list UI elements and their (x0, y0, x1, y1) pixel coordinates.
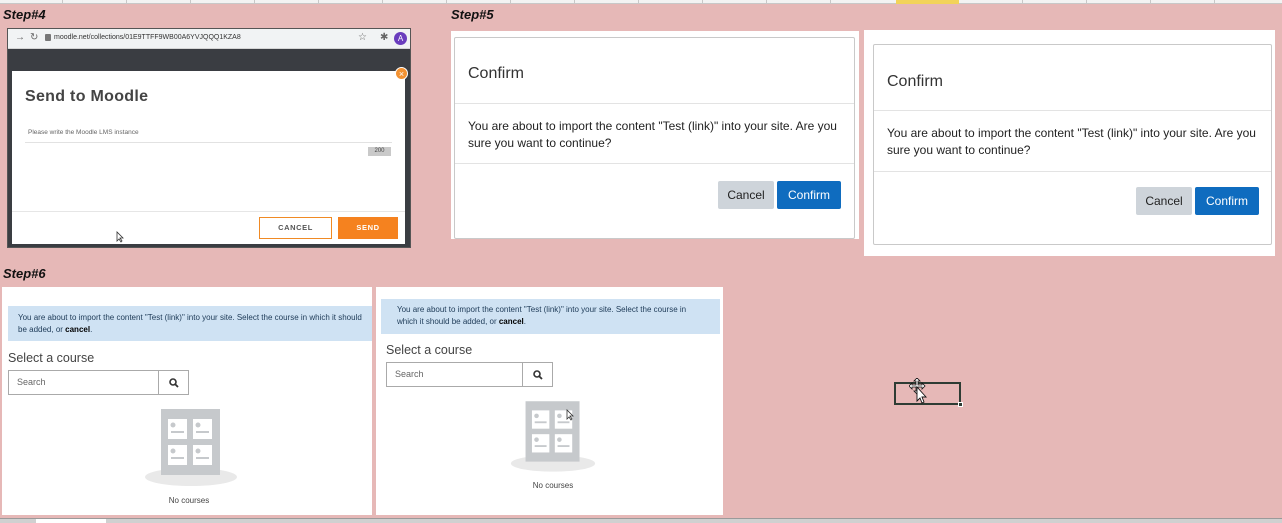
confirm-dialog-screenshot: Confirm You are about to import the cont… (864, 30, 1275, 256)
selected-column-header[interactable] (896, 0, 959, 4)
no-courses-text: No courses (532, 481, 574, 490)
fill-handle[interactable] (958, 402, 963, 407)
confirm-button[interactable]: Confirm (1195, 187, 1259, 215)
dialog-header-divider (455, 103, 854, 104)
search-icon (533, 370, 543, 380)
alert-end: . (523, 317, 526, 326)
column-divider (702, 0, 703, 4)
select-course-heading: Select a course (386, 343, 473, 357)
char-counter-badge: 200 (368, 147, 391, 156)
column-divider (62, 0, 63, 4)
column-divider (1214, 0, 1215, 4)
confirm-dialog-screenshot: Confirm You are about to import the cont… (451, 31, 859, 239)
confirm-dialog-message: You are about to import the content "Tes… (887, 126, 1256, 157)
forward-arrow-icon[interactable]: → (15, 32, 25, 43)
spreadsheet-column-header (0, 0, 1282, 4)
select-course-heading: Select a course (8, 351, 95, 365)
search-button[interactable] (158, 370, 189, 395)
star-icon[interactable]: ☆ (358, 32, 367, 43)
sheet-tab-bar (0, 518, 1282, 523)
dialog-footer-divider (874, 171, 1271, 172)
select-course-screenshot: You are about to import the content "Tes… (2, 287, 372, 515)
dialog-header-divider (874, 110, 1271, 111)
column-divider (510, 0, 511, 4)
alert-text: You are about to import the content "Tes… (397, 305, 687, 326)
confirm-dialog-message: You are about to import the content "Tes… (468, 119, 837, 150)
url-text[interactable]: moodle.net/collections/01E9TTFF9WB00A6YV… (54, 34, 241, 41)
confirm-button[interactable]: Confirm (777, 181, 841, 209)
column-divider (318, 0, 319, 4)
profile-avatar[interactable]: A (394, 32, 407, 45)
no-courses-illustration-icon (144, 407, 238, 492)
column-divider (1086, 0, 1087, 4)
modal-title: Send to Moodle (25, 88, 149, 105)
select-course-screenshot: You are about to import the content "Tes… (376, 287, 723, 515)
extensions-icon[interactable]: ✱ (380, 32, 388, 43)
close-icon[interactable]: × (395, 67, 408, 80)
step4-screenshot: → ↻ moodle.net/collections/01E9TTFF9WB00… (7, 28, 411, 248)
modal-footer-divider (12, 211, 405, 212)
sheet-tab-active[interactable] (36, 519, 106, 523)
column-divider (574, 0, 575, 4)
search-button[interactable] (522, 362, 553, 387)
column-divider (638, 0, 639, 4)
no-courses-illustration-icon (510, 399, 596, 478)
cancel-button[interactable]: CANCEL (259, 217, 332, 239)
browser-address-bar: → ↻ moodle.net/collections/01E9TTFF9WB00… (8, 29, 410, 49)
confirm-dialog: Confirm You are about to import the cont… (454, 37, 855, 239)
column-divider (830, 0, 831, 4)
cancel-button[interactable]: Cancel (1136, 187, 1192, 215)
confirm-dialog: Confirm You are about to import the cont… (873, 44, 1272, 245)
step5-label: Step#5 (451, 7, 494, 22)
mouse-pointer-icon (116, 231, 124, 246)
cancel-link[interactable]: cancel (65, 325, 90, 334)
column-divider (382, 0, 383, 4)
dialog-footer-divider (455, 163, 854, 164)
column-divider (1022, 0, 1023, 4)
move-cursor-icon (908, 377, 929, 409)
column-divider (1150, 0, 1151, 4)
alert-end: . (90, 325, 93, 334)
column-divider (766, 0, 767, 4)
lock-icon (45, 34, 51, 41)
import-info-alert: You are about to import the content "Tes… (8, 306, 372, 341)
step4-label: Step#4 (3, 7, 46, 22)
send-to-moodle-modal: Send to Moodle Please write the Moodle L… (12, 71, 405, 244)
import-info-alert: You are about to import the content "Tes… (381, 299, 720, 334)
cancel-button[interactable]: Cancel (718, 181, 774, 209)
confirm-dialog-title: Confirm (887, 73, 944, 90)
confirm-dialog-title: Confirm (468, 65, 525, 82)
column-divider (446, 0, 447, 4)
reload-icon[interactable]: ↻ (30, 32, 38, 43)
search-icon (169, 378, 179, 388)
mouse-pointer-icon (566, 408, 574, 426)
column-divider (126, 0, 127, 4)
cancel-link[interactable]: cancel (499, 317, 524, 326)
send-button[interactable]: SEND (338, 217, 398, 239)
no-courses-text: No courses (168, 496, 210, 505)
step6-label: Step#6 (3, 266, 46, 281)
course-search-input[interactable]: Search (8, 370, 159, 395)
course-search-input[interactable]: Search (386, 362, 524, 387)
column-divider (254, 0, 255, 4)
column-divider (190, 0, 191, 4)
moodle-instance-input[interactable]: Please write the Moodle LMS instance (25, 123, 392, 143)
